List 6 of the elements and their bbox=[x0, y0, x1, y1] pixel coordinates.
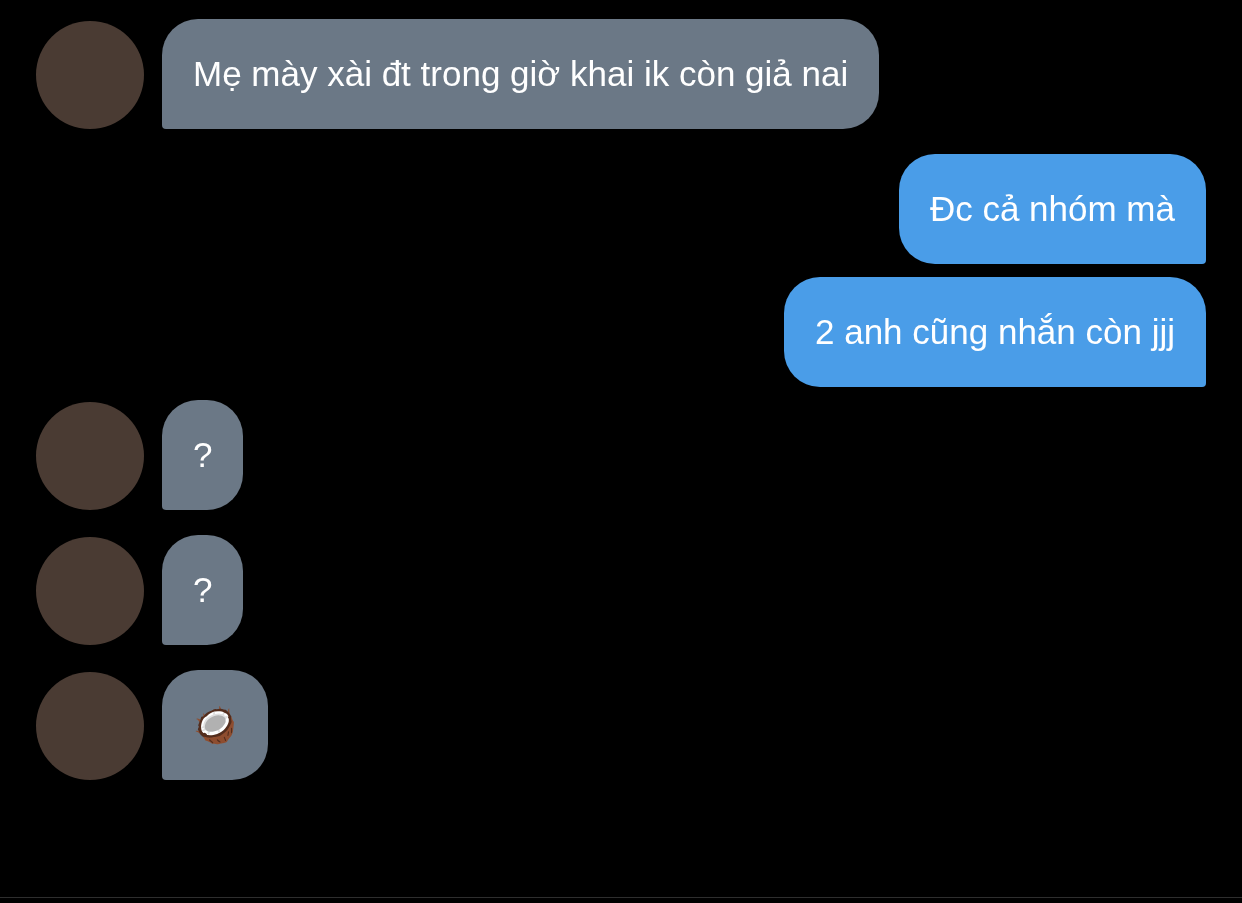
message-bubble: ? bbox=[162, 535, 244, 645]
message-bubble: 🥥 bbox=[162, 670, 268, 780]
message-bubble: 2 anh cũng nhắn còn jjj bbox=[784, 277, 1206, 387]
message-bubble: Mẹ mày xài đt trong giờ khai ik còn giả nai bbox=[162, 19, 880, 129]
message-bubble: Đc cả nhóm mà bbox=[898, 154, 1206, 264]
message-bubble: ? bbox=[162, 400, 244, 510]
